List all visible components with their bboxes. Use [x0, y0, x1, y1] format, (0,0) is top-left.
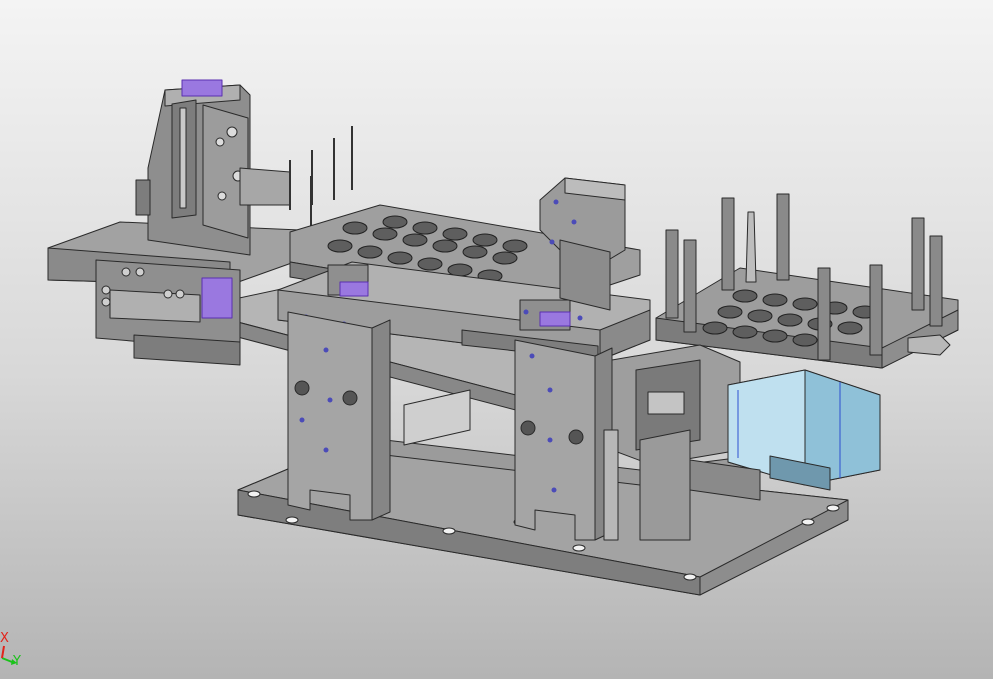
left-support-plate	[287, 311, 391, 521]
x-axis-label: X	[0, 631, 9, 646]
y-axis-label: Y	[13, 654, 21, 669]
3d-viewport[interactable]: X Y	[0, 0, 993, 679]
cad-assembly-model[interactable]	[0, 0, 993, 679]
right-support-plate	[514, 339, 613, 541]
guide-pins	[289, 126, 353, 230]
